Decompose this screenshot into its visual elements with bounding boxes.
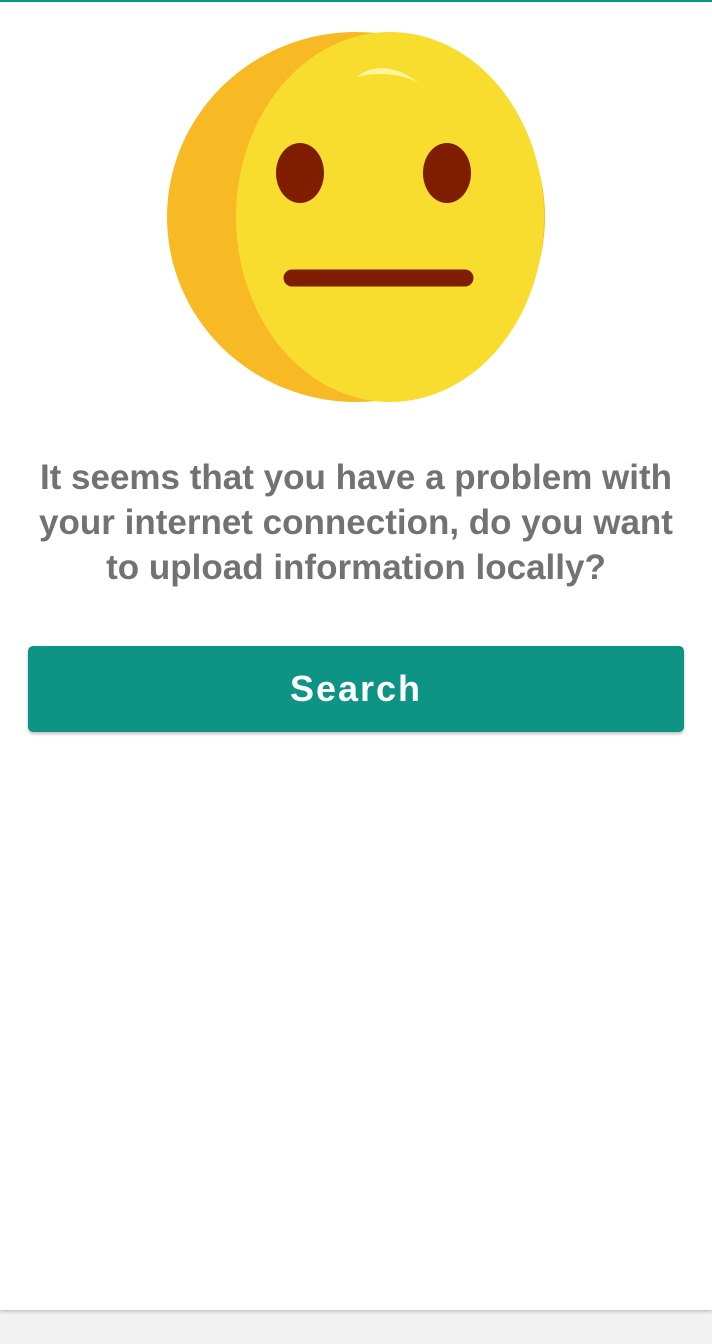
search-button[interactable]: Search	[28, 646, 684, 732]
neutral-face-icon	[167, 32, 545, 402]
screen: It seems that you have a problem with yo…	[0, 0, 712, 1310]
right-eye	[423, 143, 471, 203]
left-eye	[276, 143, 324, 203]
face-main	[236, 32, 544, 402]
connection-error-message: It seems that you have a problem with yo…	[39, 458, 673, 587]
top-accent-bar	[0, 0, 712, 2]
